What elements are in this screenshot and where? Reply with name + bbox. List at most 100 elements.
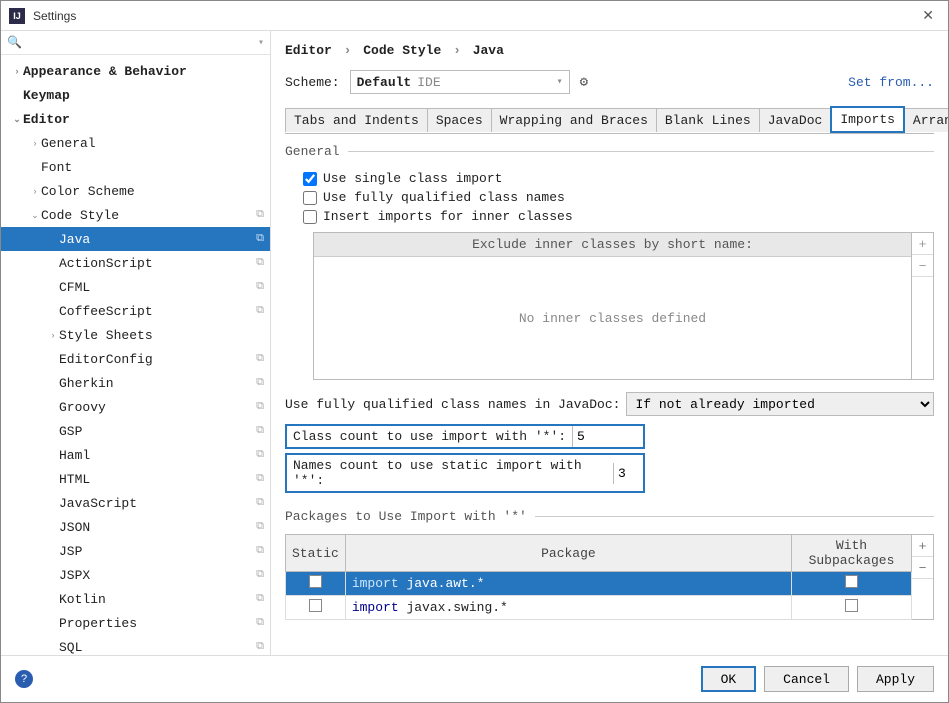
tab-imports[interactable]: Imports [830,106,905,133]
search-chevron-icon[interactable]: ▾ [258,37,264,49]
exclude-inner-classes-box: Exclude inner classes by short name: No … [313,232,934,380]
breadcrumb: Editor › Code Style › Java [285,39,934,70]
table-row[interactable]: import javax.swing.* [286,596,912,620]
add-package-button[interactable]: + [912,535,933,557]
settings-tree: ›Appearance & Behavior⧉Keymap⧉⌄Editor⧉›G… [1,55,270,655]
exclude-header: Exclude inner classes by short name: [314,233,911,257]
fq-javadoc-select[interactable]: If not already imported [626,392,934,416]
sidebar-item-properties[interactable]: Properties⧉ [1,611,270,635]
main-panel: Editor › Code Style › Java Scheme: Defau… [271,31,948,655]
scheme-select[interactable]: Default IDE ▾ [350,70,570,94]
copy-icon: ⧉ [256,521,264,533]
chevron-down-icon: ▾ [557,76,563,88]
sidebar-item-label: CoffeeScript [59,304,256,319]
copy-icon: ⧉ [256,209,264,221]
checkbox[interactable] [309,575,322,588]
checkbox[interactable] [845,575,858,588]
sidebar-item-haml[interactable]: Haml⧉ [1,443,270,467]
sidebar-item-html[interactable]: HTML⧉ [1,467,270,491]
sidebar-item-appearance-behavior[interactable]: ›Appearance & Behavior⧉ [1,59,270,83]
copy-icon: ⧉ [256,617,264,629]
package-name: java.awt.* [406,576,484,591]
copy-icon: ⧉ [256,641,264,653]
gear-icon[interactable]: ⚙ [580,74,588,91]
chk-fully-qualified[interactable] [303,191,317,205]
sidebar-item-jspx[interactable]: JSPX⧉ [1,563,270,587]
package-name: javax.swing.* [406,600,507,615]
close-icon[interactable]: ✕ [916,5,940,26]
remove-package-button[interactable]: − [912,557,933,579]
sidebar-item-editorconfig[interactable]: EditorConfig⧉ [1,347,270,371]
sidebar-item-label: ActionScript [59,256,256,271]
sidebar-item-general[interactable]: ›General⧉ [1,131,270,155]
sidebar-item-label: JSPX [59,568,256,583]
sidebar-item-actionscript[interactable]: ActionScript⧉ [1,251,270,275]
tab-tabs-and-indents[interactable]: Tabs and Indents [285,108,428,132]
sidebar-item-jsp[interactable]: JSP⧉ [1,539,270,563]
cancel-button[interactable]: Cancel [764,666,849,692]
sidebar-item-label: GSP [59,424,256,439]
copy-icon: ⧉ [256,401,264,413]
sidebar-item-label: Style Sheets [59,328,256,343]
add-button[interactable]: + [912,233,933,255]
sidebar-item-json[interactable]: JSON⧉ [1,515,270,539]
window-title: Settings [33,9,916,23]
expand-icon: ⌄ [29,210,41,221]
sidebar-item-label: JSON [59,520,256,535]
breadcrumb-item: Java [473,43,504,58]
ok-button[interactable]: OK [701,666,757,692]
sidebar-item-gherkin[interactable]: Gherkin⧉ [1,371,270,395]
sidebar-item-label: SQL [59,640,256,655]
checkbox[interactable] [309,599,322,612]
tab-wrapping-and-braces[interactable]: Wrapping and Braces [491,108,657,132]
sidebar-item-gsp[interactable]: GSP⧉ [1,419,270,443]
class-count-input[interactable] [572,426,602,447]
sidebar-item-keymap[interactable]: Keymap⧉ [1,83,270,107]
apply-button[interactable]: Apply [857,666,934,692]
sidebar-item-java[interactable]: Java⧉ [1,227,270,251]
sidebar-item-color-scheme[interactable]: ›Color Scheme⧉ [1,179,270,203]
remove-button[interactable]: − [912,255,933,277]
sidebar-item-groovy[interactable]: Groovy⧉ [1,395,270,419]
chk-label: Insert imports for inner classes [323,209,573,224]
section-general: General [285,144,340,159]
sidebar-item-font[interactable]: Font⧉ [1,155,270,179]
tab-arrangement[interactable]: Arrangement [904,108,948,132]
tab-blank-lines[interactable]: Blank Lines [656,108,760,132]
sidebar-item-label: Gherkin [59,376,256,391]
copy-icon: ⧉ [256,377,264,389]
breadcrumb-item[interactable]: Editor [285,43,332,58]
sidebar-item-sql[interactable]: SQL⧉ [1,635,270,655]
sidebar-item-coffeescript[interactable]: CoffeeScript⧉ [1,299,270,323]
set-from-link[interactable]: Set from... [848,75,934,90]
search-input[interactable] [26,36,254,50]
sidebar-item-label: JSP [59,544,256,559]
copy-icon: ⧉ [256,497,264,509]
sidebar: 🔍 ▾ ›Appearance & Behavior⧉Keymap⧉⌄Edito… [1,31,271,655]
sidebar-item-label: General [41,136,256,151]
sidebar-item-kotlin[interactable]: Kotlin⧉ [1,587,270,611]
table-row[interactable]: import java.awt.* [286,572,912,596]
expand-icon: › [11,66,23,76]
help-icon[interactable]: ? [15,670,33,688]
tab-spaces[interactable]: Spaces [427,108,492,132]
copy-icon: ⧉ [256,425,264,437]
names-count-input[interactable] [613,463,643,484]
breadcrumb-item[interactable]: Code Style [363,43,441,58]
tab-javadoc[interactable]: JavaDoc [759,108,832,132]
packages-table: Static Package With Subpackages import j… [285,534,912,620]
sidebar-item-style-sheets[interactable]: ›Style Sheets⧉ [1,323,270,347]
checkbox[interactable] [845,599,858,612]
sidebar-item-cfml[interactable]: CFML⧉ [1,275,270,299]
copy-icon: ⧉ [256,233,264,245]
chk-single-class-import[interactable] [303,172,317,186]
chk-insert-inner[interactable] [303,210,317,224]
sidebar-item-label: Code Style [41,208,256,223]
keyword: import [352,600,399,615]
sidebar-item-code-style[interactable]: ⌄Code Style⧉ [1,203,270,227]
copy-icon: ⧉ [256,449,264,461]
sidebar-item-label: CFML [59,280,256,295]
sidebar-item-editor[interactable]: ⌄Editor⧉ [1,107,270,131]
copy-icon: ⧉ [256,473,264,485]
sidebar-item-javascript[interactable]: JavaScript⧉ [1,491,270,515]
